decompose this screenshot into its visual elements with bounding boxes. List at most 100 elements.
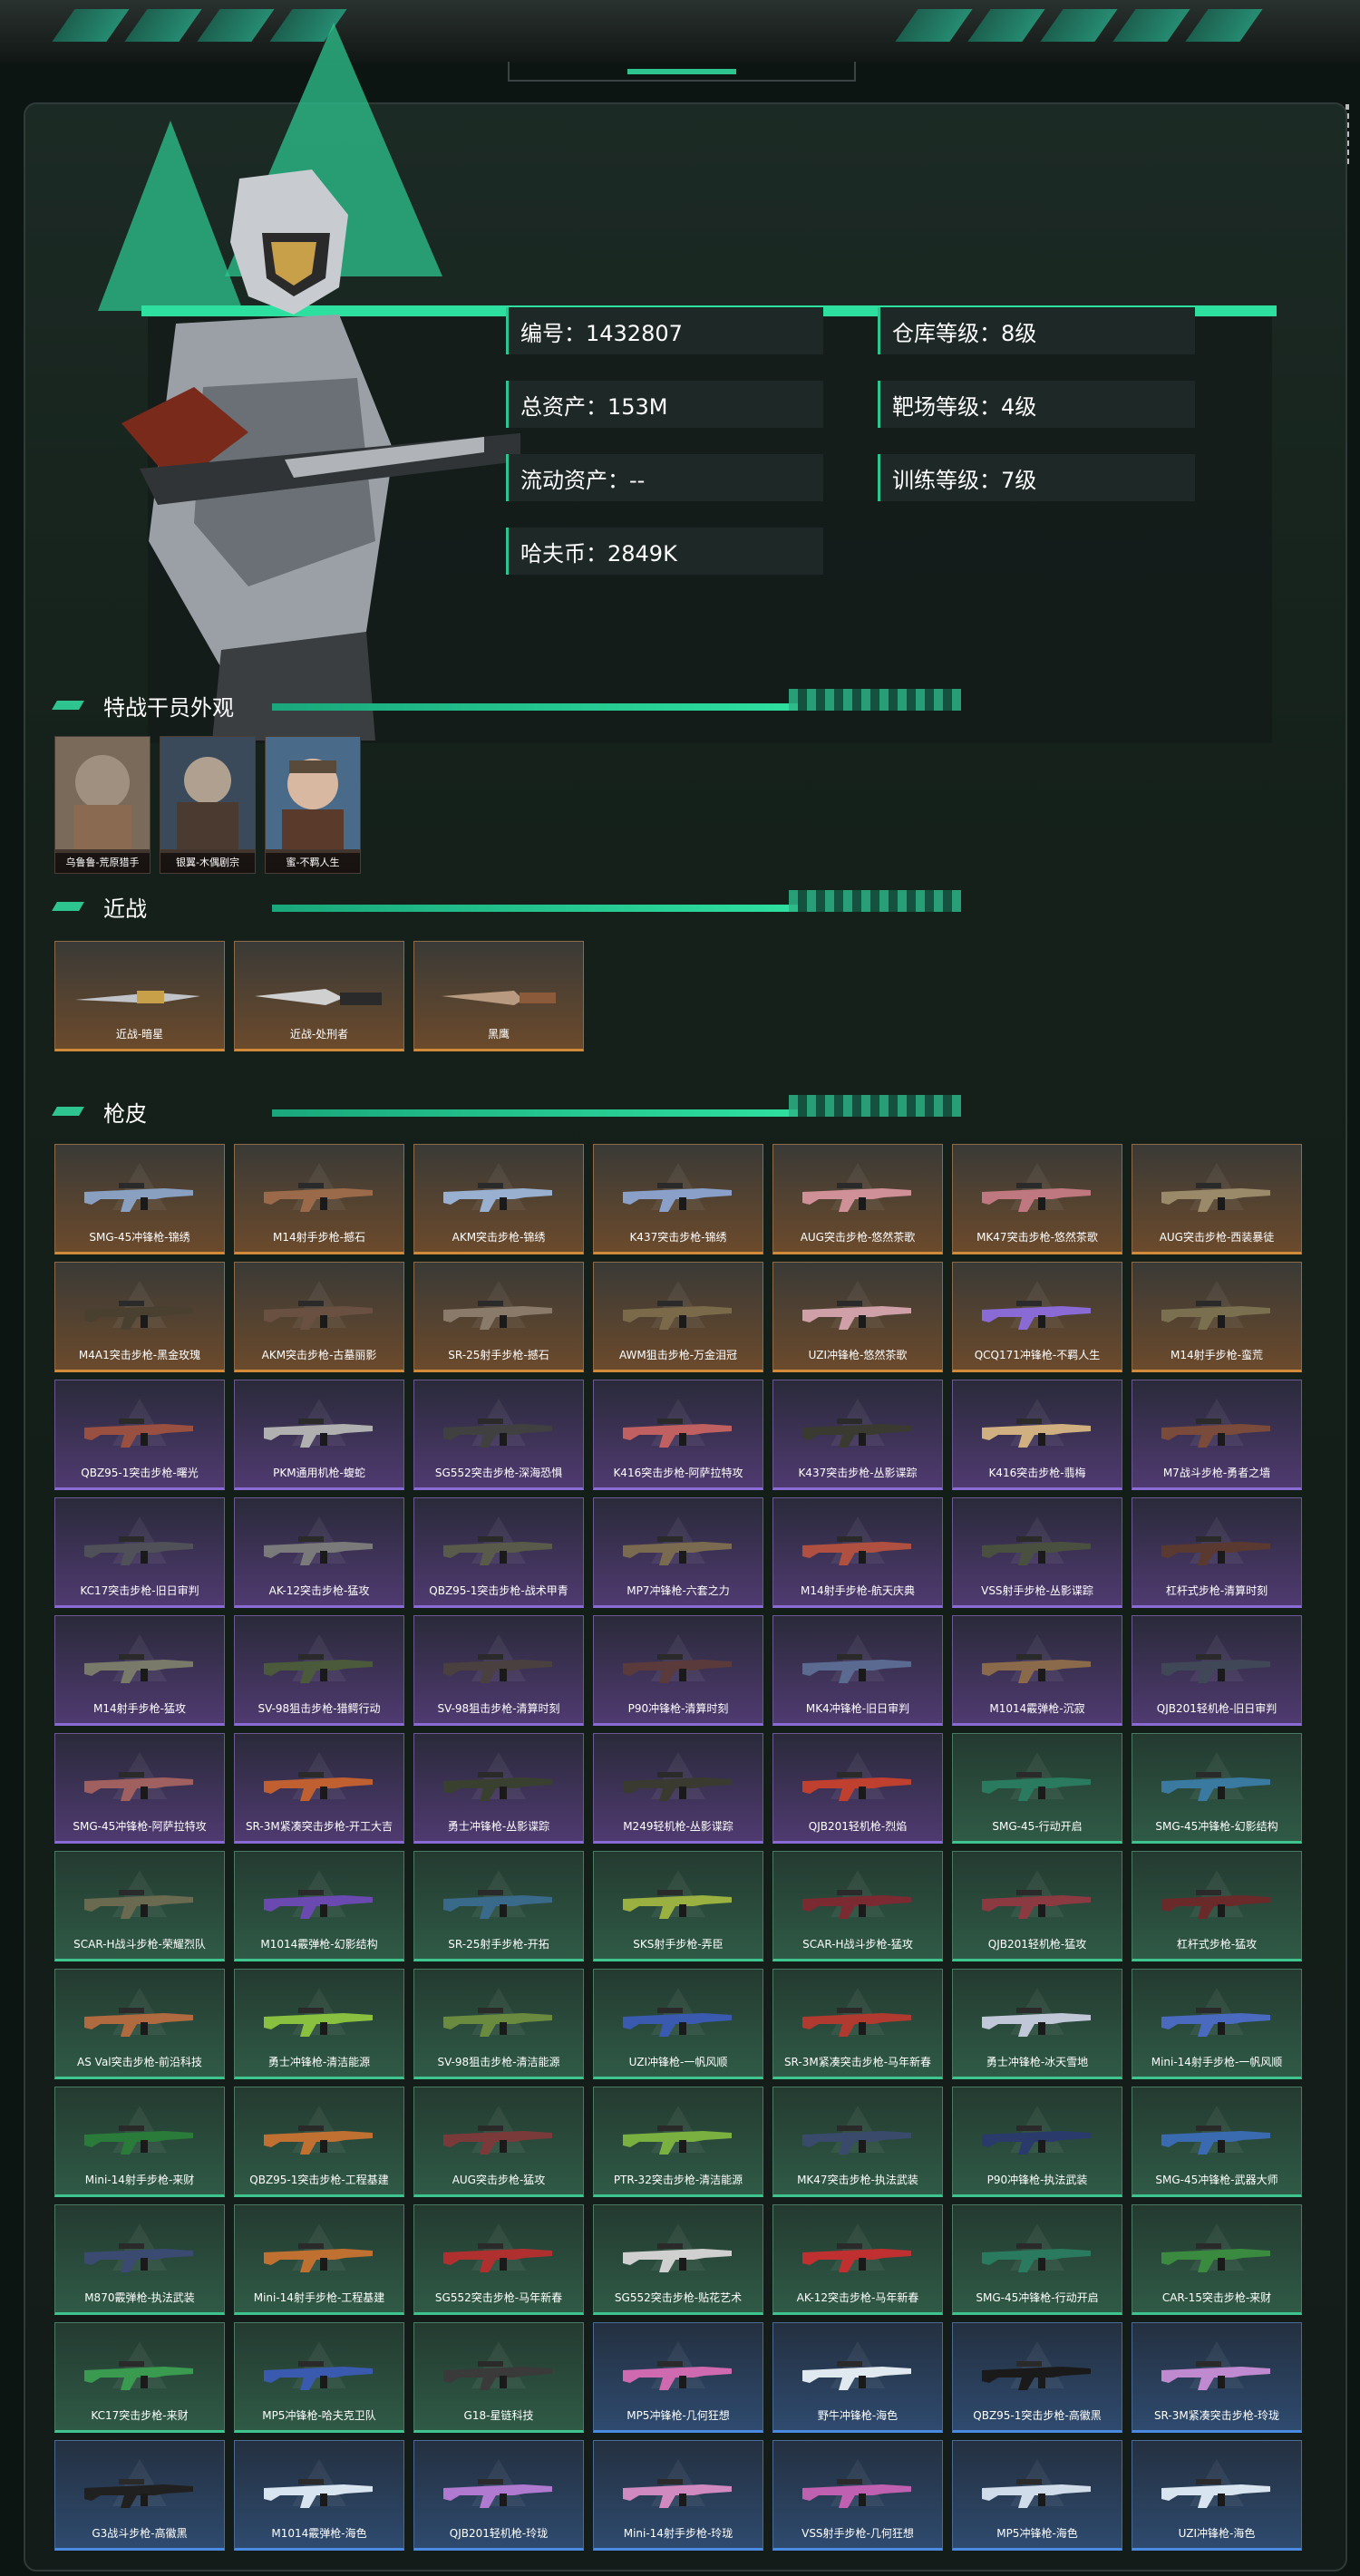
skin-card[interactable]: M7战斗步枪-勇者之墙 xyxy=(1132,1380,1302,1490)
skin-card[interactable]: AUG突击步枪-猛攻 xyxy=(413,2087,584,2197)
skin-card[interactable]: M14射手步枪-航天庆典 xyxy=(772,1497,943,1608)
skin-card[interactable]: M1014霰弹枪-海色 xyxy=(234,2440,404,2551)
skin-card[interactable]: VSS射手步枪-丛影谍踪 xyxy=(952,1497,1122,1608)
skin-card[interactable]: M14射手步枪-撼石 xyxy=(234,1144,404,1254)
skin-card[interactable]: UZI冲锋枪-悠然茶歌 xyxy=(772,1262,943,1372)
skin-card[interactable]: QJB201轻机枪-玲珑 xyxy=(413,2440,584,2551)
skin-card[interactable]: SCAR-H战斗步枪-荣耀烈队 xyxy=(54,1851,225,1961)
melee-card[interactable]: 黑鹰 xyxy=(413,941,584,1051)
skin-card[interactable]: SV-98狙击步枪-清算时刻 xyxy=(413,1615,584,1726)
skin-card[interactable]: 勇士冲锋枪-丛影谍踪 xyxy=(413,1733,584,1844)
skin-card[interactable]: KC17突击步枪-来财 xyxy=(54,2322,225,2433)
melee-card[interactable]: 近战-暗星 xyxy=(54,941,225,1051)
skin-card[interactable]: SMG-45冲锋枪-锦绣 xyxy=(54,1144,225,1254)
skin-card[interactable]: MK4冲锋枪-旧日审判 xyxy=(772,1615,943,1726)
skin-card[interactable]: M4A1突击步枪-黑金玫瑰 xyxy=(54,1262,225,1372)
skin-card[interactable]: P90冲锋枪-执法武装 xyxy=(952,2087,1122,2197)
skin-card[interactable]: SR-3M紧凑突击步枪-玲珑 xyxy=(1132,2322,1302,2433)
skin-card[interactable]: G3战斗步枪-高徽黑 xyxy=(54,2440,225,2551)
gun-icon xyxy=(623,2126,732,2155)
skin-card[interactable]: M870霰弹枪-执法武装 xyxy=(54,2204,225,2315)
gun-icon xyxy=(264,1419,373,1448)
skin-card[interactable]: 勇士冲锋枪-冰天雪地 xyxy=(952,1969,1122,2079)
skin-card[interactable]: SMG-45冲锋枪-阿萨拉特攻 xyxy=(54,1733,225,1844)
skin-card[interactable]: M14射手步枪-蛮荒 xyxy=(1132,1262,1302,1372)
skin-card[interactable]: AWM狙击步枪-万金泪冠 xyxy=(593,1262,763,1372)
skin-card[interactable]: SMG-45冲锋枪-武器大师 xyxy=(1132,2087,1302,2197)
skin-card[interactable]: SR-25射手步枪-撼石 xyxy=(413,1262,584,1372)
skin-card[interactable]: QBZ95-1突击步枪-战术甲青 xyxy=(413,1497,584,1608)
skin-card[interactable]: SG552突击步枪-深海恐惧 xyxy=(413,1380,584,1490)
operator-card[interactable]: 乌鲁鲁-荒原猎手 xyxy=(54,736,151,874)
skin-card[interactable]: 野牛冲锋枪-海色 xyxy=(772,2322,943,2433)
skin-card[interactable]: VSS射手步枪-几何狂想 xyxy=(772,2440,943,2551)
skin-card[interactable]: AKM突击步枪-锦绣 xyxy=(413,1144,584,1254)
skin-card[interactable]: CAR-15突击步枪-来财 xyxy=(1132,2204,1302,2315)
skin-card[interactable]: QBZ95-1突击步枪-工程基建 xyxy=(234,2087,404,2197)
skin-card[interactable]: Mini-14射手步枪-一帆风顺 xyxy=(1132,1969,1302,2079)
skin-name: M1014霰弹枪-沉寂 xyxy=(989,1702,1085,1715)
skin-card[interactable]: K437突击步枪-锦绣 xyxy=(593,1144,763,1254)
skin-card[interactable]: QJB201轻机枪-旧日审判 xyxy=(1132,1615,1302,1726)
skin-card[interactable]: Mini-14射手步枪-工程基建 xyxy=(234,2204,404,2315)
skin-card[interactable]: AK-12突击步枪-猛攻 xyxy=(234,1497,404,1608)
skin-card[interactable]: AUG突击步枪-悠然茶歌 xyxy=(772,1144,943,1254)
skin-card[interactable]: MP5冲锋枪-海色 xyxy=(952,2440,1122,2551)
skin-card[interactable]: 杠杆式步枪-猛攻 xyxy=(1132,1851,1302,1961)
skin-name: SR-3M紧凑突击步枪-马年新春 xyxy=(783,2056,932,2068)
skin-card[interactable]: M1014霰弹枪-沉寂 xyxy=(952,1615,1122,1726)
skin-name: SMG-45冲锋枪-锦绣 xyxy=(89,1231,190,1244)
skin-card[interactable]: M249轻机枪-丛影谍踪 xyxy=(593,1733,763,1844)
skin-name: K416突击步枪-阿萨拉特攻 xyxy=(613,1467,743,1479)
skin-card[interactable]: AKM突击步枪-古墓丽影 xyxy=(234,1262,404,1372)
skin-card[interactable]: G18-星链科技 xyxy=(413,2322,584,2433)
skin-card[interactable]: SR-3M紧凑突击步枪-开工大吉 xyxy=(234,1733,404,1844)
skin-card[interactable]: K437突击步枪-丛影谍踪 xyxy=(772,1380,943,1490)
skin-card[interactable]: SV-98狙击步枪-清洁能源 xyxy=(413,1969,584,2079)
skin-card[interactable]: KC17突击步枪-旧日审判 xyxy=(54,1497,225,1608)
skin-card[interactable]: AK-12突击步枪-马年新春 xyxy=(772,2204,943,2315)
skin-card[interactable]: SMG-45冲锋枪-行动开启 xyxy=(952,2204,1122,2315)
skin-card[interactable]: M14射手步枪-猛攻 xyxy=(54,1615,225,1726)
skin-card[interactable]: QJB201轻机枪-猛攻 xyxy=(952,1851,1122,1961)
skin-card[interactable]: QBZ95-1突击步枪-高徽黑 xyxy=(952,2322,1122,2433)
skin-card[interactable]: Mini-14射手步枪-来财 xyxy=(54,2087,225,2197)
skin-card[interactable]: AUG突击步枪-西装暴徒 xyxy=(1132,1144,1302,1254)
skin-card[interactable]: SG552突击步枪-贴花艺术 xyxy=(593,2204,763,2315)
operator-card[interactable]: 蜜-不羁人生 xyxy=(265,736,361,874)
skin-card[interactable]: SMG-45冲锋枪-幻影结构 xyxy=(1132,1733,1302,1844)
skin-card[interactable]: SR-3M紧凑突击步枪-马年新春 xyxy=(772,1969,943,2079)
skin-card[interactable]: UZI冲锋枪-海色 xyxy=(1132,2440,1302,2551)
skin-card[interactable]: QBZ95-1突击步枪-曙光 xyxy=(54,1380,225,1490)
skin-card[interactable]: MP7冲锋枪-六套之力 xyxy=(593,1497,763,1608)
skin-card[interactable]: QJB201轻机枪-烈焰 xyxy=(772,1733,943,1844)
gun-icon xyxy=(84,1890,193,1919)
stat-total-assets: 总资产：153M xyxy=(506,381,823,428)
skin-card[interactable]: K416突击步枪-阿萨拉特攻 xyxy=(593,1380,763,1490)
operator-card[interactable]: 银翼-木偶剧宗 xyxy=(160,736,256,874)
skin-card[interactable]: 勇士冲锋枪-清洁能源 xyxy=(234,1969,404,2079)
skin-card[interactable]: SMG-45-行动开启 xyxy=(952,1733,1122,1844)
skin-card[interactable]: M1014霰弹枪-幻影结构 xyxy=(234,1851,404,1961)
skin-card[interactable]: SG552突击步枪-马年新春 xyxy=(413,2204,584,2315)
skin-card[interactable]: 杠杆式步枪-清算时刻 xyxy=(1132,1497,1302,1608)
skin-card[interactable]: MP5冲锋枪-哈夫克卫队 xyxy=(234,2322,404,2433)
skin-card[interactable]: PKM通用机枪-蝮蛇 xyxy=(234,1380,404,1490)
skin-card[interactable]: K416突击步枪-翡梅 xyxy=(952,1380,1122,1490)
skin-card[interactable]: MK47突击步枪-执法武装 xyxy=(772,2087,943,2197)
skin-name: 勇士冲锋枪-丛影谍踪 xyxy=(447,1820,550,1833)
skin-card[interactable]: AS Val突击步枪-前沿科技 xyxy=(54,1969,225,2079)
skin-name: Mini-14射手步枪-工程基建 xyxy=(253,2291,385,2304)
skin-card[interactable]: MP5冲锋枪-几何狂想 xyxy=(593,2322,763,2433)
skin-card[interactable]: SKS射手步枪-弄臣 xyxy=(593,1851,763,1961)
melee-card[interactable]: 近战-处刑者 xyxy=(234,941,404,1051)
skin-card[interactable]: P90冲锋枪-清算时刻 xyxy=(593,1615,763,1726)
skin-card[interactable]: Mini-14射手步枪-玲珑 xyxy=(593,2440,763,2551)
skin-card[interactable]: PTR-32突击步枪-清洁能源 xyxy=(593,2087,763,2197)
skin-card[interactable]: QCQ171冲锋枪-不羁人生 xyxy=(952,1262,1122,1372)
skin-card[interactable]: SR-25射手步枪-开拓 xyxy=(413,1851,584,1961)
skin-card[interactable]: SV-98狙击步枪-猎鳄行动 xyxy=(234,1615,404,1726)
skin-card[interactable]: MK47突击步枪-悠然茶歌 xyxy=(952,1144,1122,1254)
skin-card[interactable]: UZI冲锋枪-一帆风顺 xyxy=(593,1969,763,2079)
skin-card[interactable]: SCAR-H战斗步枪-猛攻 xyxy=(772,1851,943,1961)
